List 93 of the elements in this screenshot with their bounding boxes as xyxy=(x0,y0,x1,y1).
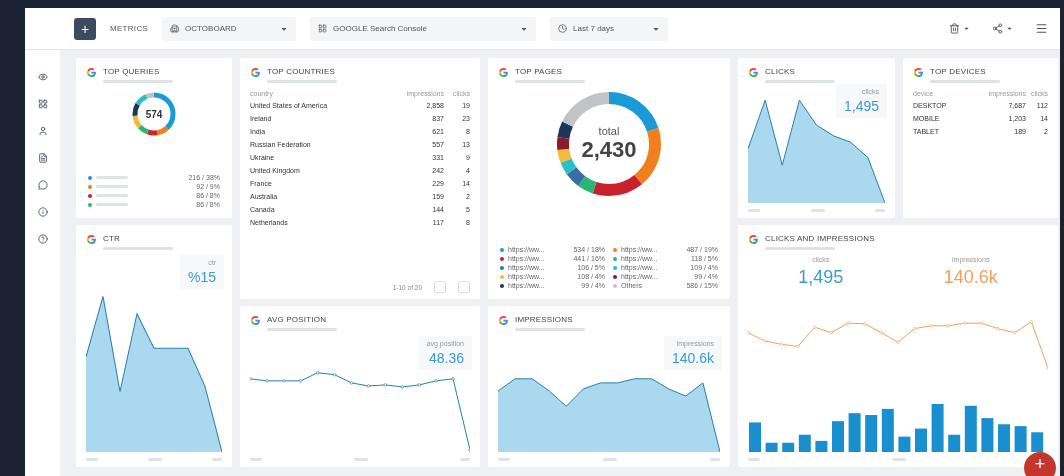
chart-bar xyxy=(981,418,994,452)
chart-bar xyxy=(865,415,878,452)
blurred-legend-label xyxy=(96,176,128,179)
widget-title: CLICKS AND IMPRESSIONS xyxy=(765,234,875,243)
total-label: total xyxy=(598,125,620,137)
chart-bar xyxy=(848,413,861,452)
blurred-axis-label xyxy=(250,458,262,461)
blurred-axis-label xyxy=(892,458,906,461)
blurred-axis-label xyxy=(86,458,98,461)
blurred-legend-label xyxy=(96,203,128,206)
g-logo-icon xyxy=(498,315,509,326)
blurred-axis-label xyxy=(603,458,617,461)
badge-value: 140.6k xyxy=(671,350,714,366)
widget-title: TOP DEVICES xyxy=(930,67,987,76)
board-dropdown[interactable]: OCTOBOARD xyxy=(162,16,297,41)
clock-icon xyxy=(558,24,568,33)
blurred-legend-label xyxy=(96,194,128,197)
badge-value: %15 xyxy=(187,269,216,285)
g-logo-icon xyxy=(498,67,509,78)
widget-title: AVG POSITION xyxy=(267,315,328,324)
chat-icon[interactable] xyxy=(37,180,48,190)
g-logo-icon xyxy=(748,234,759,245)
user-icon[interactable] xyxy=(37,126,48,136)
chart-bar xyxy=(832,421,844,452)
blurred-subtitle xyxy=(267,80,337,83)
add-button[interactable]: + xyxy=(74,17,96,40)
blurred-subtitle xyxy=(267,328,337,331)
widget-title: TOP PAGES xyxy=(515,67,564,76)
blurred-subtitle xyxy=(930,80,1000,83)
blurred-axis-label xyxy=(748,458,760,461)
caret-icon xyxy=(1006,25,1013,32)
g-logo-icon xyxy=(250,67,261,78)
menu-icon xyxy=(1035,22,1048,35)
blurred-subtitle xyxy=(765,247,835,250)
g-logo-icon xyxy=(913,67,924,78)
chart-bar xyxy=(931,403,944,452)
blurred-subtitle xyxy=(515,80,585,83)
metric-value: 1,495 xyxy=(798,267,844,288)
blurred-subtitle xyxy=(515,328,585,331)
chart-bar xyxy=(815,440,828,452)
blurred-axis-label xyxy=(460,458,470,461)
blurred-axis-label xyxy=(748,209,760,212)
building-icon xyxy=(170,24,180,33)
eye-icon[interactable] xyxy=(37,72,48,82)
blurred-subtitle xyxy=(103,247,173,250)
source-dropdown[interactable]: GOOGLE Search Console xyxy=(310,16,537,41)
total-value: 2,430 xyxy=(581,137,637,163)
info-icon[interactable] xyxy=(37,207,48,217)
widget-title: CLICKS xyxy=(765,67,797,76)
grid-icon[interactable] xyxy=(37,99,48,109)
chart-bar xyxy=(798,434,811,452)
chart-bar xyxy=(881,408,894,452)
blurred-subtitle xyxy=(765,80,835,83)
widget-title: CTR xyxy=(103,234,122,243)
chart-bar xyxy=(765,442,778,452)
blurred-axis-label xyxy=(710,458,720,461)
badge-value: 1,495 xyxy=(843,98,879,114)
g-logo-icon xyxy=(86,234,97,245)
chart-bar xyxy=(1031,432,1044,452)
blurred-subtitle xyxy=(103,80,173,83)
metrics-label: METRICS xyxy=(110,24,149,33)
chart-bar xyxy=(749,422,761,452)
blurred-axis-label xyxy=(810,209,825,212)
chart-bar xyxy=(898,436,911,452)
metric-value: 140.6k xyxy=(943,267,998,288)
blurred-axis-label xyxy=(212,458,222,461)
date-range-dropdown[interactable]: Last 7 days xyxy=(550,16,669,41)
help-icon[interactable] xyxy=(37,234,48,244)
g-logo-icon xyxy=(86,67,97,78)
donut-total: 574 xyxy=(145,108,163,120)
widget-title: IMPRESSIONS xyxy=(515,315,574,324)
blurred-axis-label xyxy=(148,458,162,461)
badge-value: 48.36 xyxy=(428,350,464,366)
chart-bar xyxy=(964,405,977,452)
trash-icon xyxy=(949,23,960,34)
g-logo-icon xyxy=(748,67,759,78)
blurred-axis-label xyxy=(354,458,368,461)
widget-title: TOP QUERIES xyxy=(103,67,161,76)
share-icon xyxy=(992,23,1003,34)
caret-icon xyxy=(963,25,970,32)
blurred-axis-label xyxy=(498,458,510,461)
grid-icon xyxy=(318,24,328,33)
donut-chart-drawing xyxy=(131,91,177,137)
blurred-legend-label xyxy=(96,185,128,188)
g-logo-icon xyxy=(250,315,261,326)
chart-bar xyxy=(948,434,961,452)
chart-bar xyxy=(915,428,927,452)
chart-bar xyxy=(1014,426,1027,452)
chart-bar xyxy=(998,424,1010,452)
widget-title: TOP COUNTRIES xyxy=(267,67,337,76)
document-icon[interactable] xyxy=(37,153,48,163)
chart-bar xyxy=(782,442,795,452)
blurred-axis-label xyxy=(875,209,885,212)
